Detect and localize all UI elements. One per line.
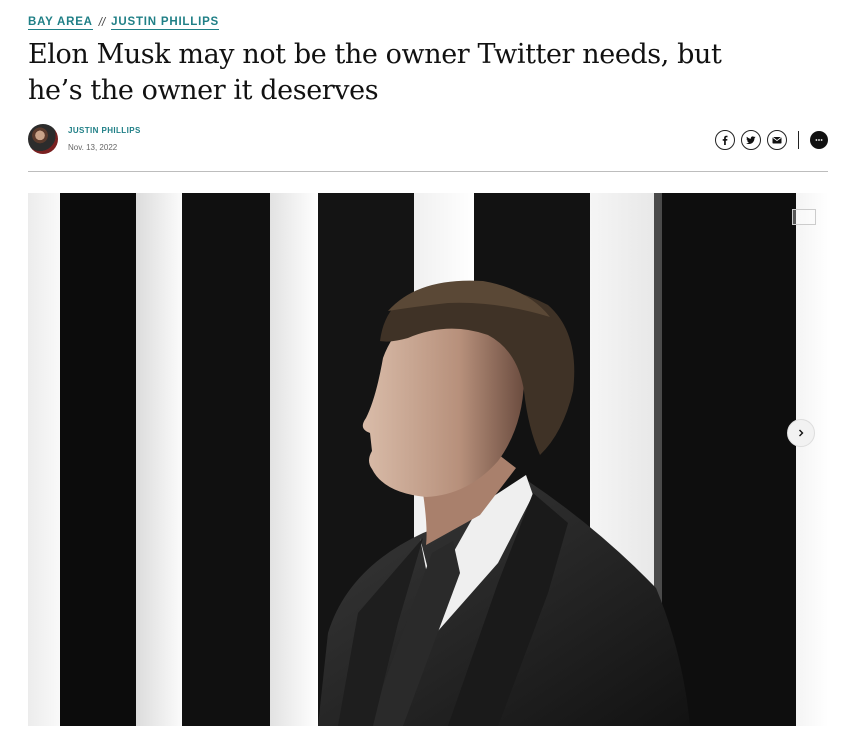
byline-text: JUSTIN PHILLIPS Nov. 13, 2022 <box>68 126 141 152</box>
email-share-button[interactable] <box>767 130 787 150</box>
chevron-right-icon <box>799 429 804 437</box>
article-headline: Elon Musk may not be the owner Twitter n… <box>28 39 722 106</box>
facebook-icon <box>722 135 728 145</box>
hero-image <box>28 193 828 726</box>
breadcrumb-separator: // <box>98 17 106 29</box>
facebook-share-button[interactable] <box>715 130 735 150</box>
share-divider <box>798 131 799 149</box>
comment-icon <box>815 139 823 141</box>
share-bar <box>715 130 828 150</box>
author-avatar[interactable] <box>28 124 58 154</box>
gallery-caption-toggle[interactable] <box>792 209 816 225</box>
breadcrumb-section-link[interactable]: BAY AREA <box>28 16 93 30</box>
comments-button[interactable] <box>810 131 828 149</box>
header-divider <box>28 171 828 172</box>
publish-date: Nov. 13, 2022 <box>68 143 118 152</box>
twitter-icon <box>746 136 756 144</box>
byline: JUSTIN PHILLIPS Nov. 13, 2022 <box>28 124 141 154</box>
breadcrumb: BAY AREA // JUSTIN PHILLIPS <box>28 16 220 30</box>
portrait-figure <box>318 280 690 726</box>
breadcrumb-columnist-link[interactable]: JUSTIN PHILLIPS <box>111 16 220 30</box>
gallery-next-button[interactable] <box>787 419 815 447</box>
author-name[interactable]: JUSTIN PHILLIPS <box>68 126 141 135</box>
email-icon <box>772 137 782 144</box>
twitter-share-button[interactable] <box>741 130 761 150</box>
